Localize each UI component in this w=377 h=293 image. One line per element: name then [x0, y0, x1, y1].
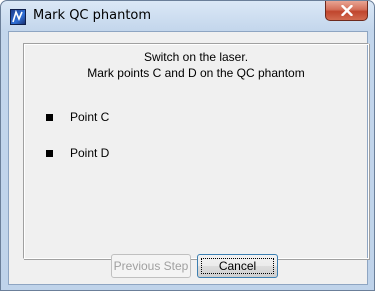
- point-c-label: Point C: [70, 110, 110, 124]
- previous-step-button[interactable]: Previous Step: [111, 254, 191, 278]
- app-logo-icon: [10, 9, 26, 25]
- square-bullet-icon: [46, 114, 53, 121]
- cancel-button-label: Cancel: [201, 258, 274, 274]
- title-bar[interactable]: Mark QC phantom: [1, 1, 374, 31]
- close-button[interactable]: [325, 1, 368, 21]
- instruction-line-2: Mark points C and D on the QC phantom: [87, 66, 305, 80]
- point-d-label: Point D: [70, 146, 110, 160]
- instruction-line-1: Switch on the laser.: [143, 50, 249, 64]
- dialog-window: Mark QC phantom Switch on the laser. Mar…: [0, 0, 375, 291]
- square-bullet-icon: [46, 150, 53, 157]
- cancel-button[interactable]: Cancel: [197, 254, 278, 278]
- dialog-body: Switch on the laser. Mark points C and D…: [8, 31, 369, 285]
- instruction-panel: Switch on the laser. Mark points C and D…: [23, 43, 369, 259]
- close-icon: [341, 5, 353, 16]
- window-title: Mark QC phantom: [33, 8, 152, 23]
